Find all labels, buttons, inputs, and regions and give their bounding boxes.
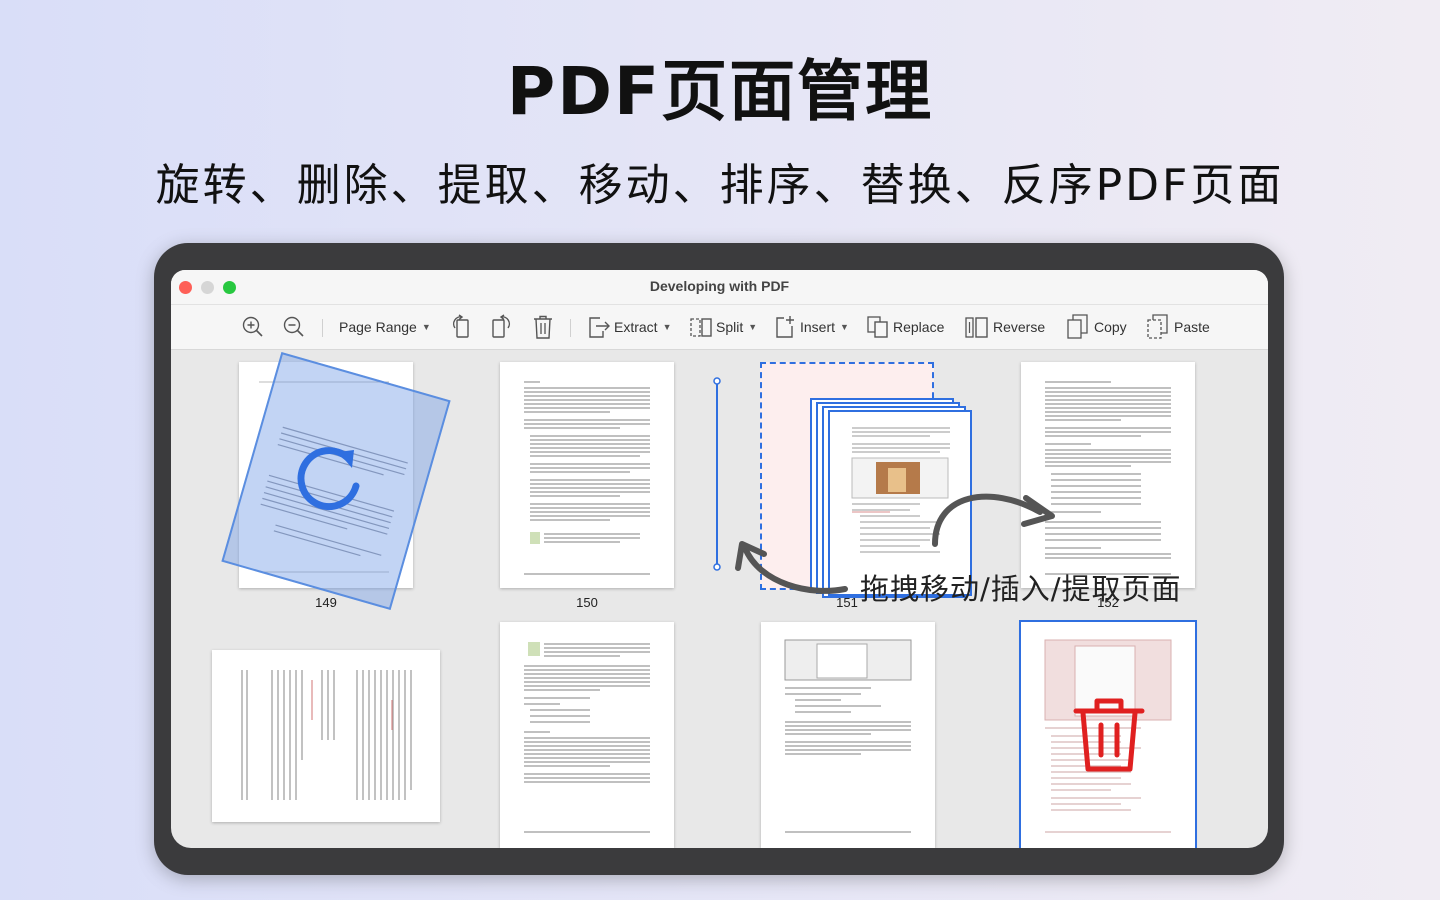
split-button[interactable]: Split ▼	[688, 313, 757, 341]
rotate-left-button[interactable]	[449, 313, 475, 341]
replace-button[interactable]: Replace	[865, 313, 944, 341]
extract-label: Extract	[614, 319, 658, 335]
toolbar: Page Range ▼ Extract ▼ Split ▼ Insert ▼	[171, 305, 1268, 350]
zoom-out-icon	[283, 316, 304, 337]
paste-label: Paste	[1174, 319, 1210, 335]
reverse-icon	[965, 317, 988, 338]
zoom-out-button[interactable]	[282, 313, 306, 341]
page-content-lines	[524, 381, 650, 575]
page-range-dropdown[interactable]: Page Range ▼	[339, 313, 431, 341]
chevron-down-icon: ▼	[840, 322, 849, 332]
insert-label: Insert	[800, 319, 836, 335]
copy-button[interactable]: Copy	[1064, 313, 1127, 341]
delete-icon	[1073, 698, 1145, 772]
page-thumbnail[interactable]	[500, 622, 674, 848]
page-thumbnail[interactable]	[500, 362, 674, 588]
page-thumbnail[interactable]	[761, 622, 935, 848]
page-content-lines	[524, 642, 650, 833]
chevron-down-icon: ▼	[421, 322, 431, 332]
insert-button[interactable]: Insert ▼	[772, 313, 849, 341]
insert-icon	[776, 316, 794, 338]
title-bar: Developing with PDF	[171, 270, 1268, 305]
page-content-lines	[784, 639, 912, 833]
split-label: Split	[716, 319, 744, 335]
drag-caption: 拖拽移动/插入/提取页面	[860, 572, 1182, 606]
replace-icon	[867, 316, 888, 338]
split-icon	[690, 318, 712, 337]
insertion-marker	[713, 377, 721, 571]
subheadline: 旋转、删除、提取、移动、排序、替换、反序PDF页面	[155, 160, 1285, 211]
rotate-icon	[297, 447, 360, 511]
replace-label: Replace	[893, 319, 945, 335]
paste-button[interactable]: Paste	[1144, 313, 1210, 341]
page-range-label: Page Range	[339, 319, 417, 335]
copy-icon	[1067, 314, 1088, 339]
zoom-in-icon	[242, 316, 263, 337]
copy-label: Copy	[1094, 319, 1127, 335]
zoom-in-button[interactable]	[241, 313, 265, 341]
delete-page-button[interactable]	[531, 313, 555, 341]
rotate-right-icon	[492, 314, 511, 338]
chevron-down-icon: ▼	[662, 322, 672, 332]
paste-icon	[1147, 314, 1168, 339]
rotate-left-icon	[452, 314, 469, 338]
rotate-right-button[interactable]	[488, 313, 514, 341]
trash-icon	[534, 315, 552, 339]
page-thumbnail-landscape[interactable]	[212, 650, 440, 822]
extract-icon	[589, 317, 610, 338]
toolbar-separator	[570, 319, 571, 337]
reverse-button[interactable]: Reverse	[963, 313, 1045, 341]
headline: PDF页面管理	[506, 53, 934, 130]
toolbar-separator	[322, 319, 323, 337]
chevron-down-icon: ▼	[748, 322, 758, 332]
window-title: Developing with PDF	[649, 278, 790, 294]
extract-button[interactable]: Extract ▼	[586, 313, 672, 341]
reverse-label: Reverse	[993, 319, 1046, 335]
page-number: 150	[576, 595, 598, 610]
page-content-lines	[241, 670, 412, 800]
